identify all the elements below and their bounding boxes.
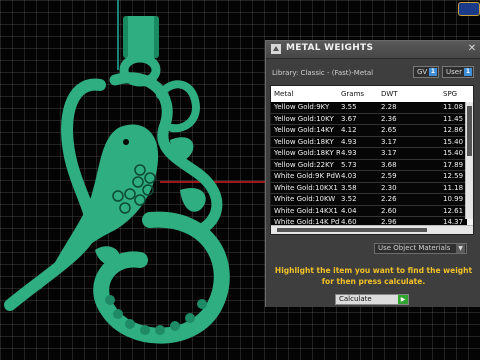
horizontal-scroll-thumb[interactable] <box>277 228 427 232</box>
panel-title: METAL WEIGHTS <box>286 43 374 53</box>
cell-grams: 4.93 <box>341 137 357 146</box>
cell-grams: 4.03 <box>341 172 357 180</box>
vertical-scroll-thumb[interactable] <box>467 106 472 156</box>
table-row[interactable]: Yellow Gold:18KY 4.93 3.17 15.40 <box>271 136 467 148</box>
cell-dwt: 3.17 <box>381 137 397 146</box>
table-row[interactable]: Yellow Gold:18KY R... 4.93 3.17 15.40 <box>271 148 467 160</box>
bail-highlight <box>128 16 154 58</box>
column-header-dwt[interactable]: DWT <box>381 90 398 98</box>
column-header-spg[interactable]: SPG <box>443 90 457 98</box>
cell-metal: Yellow Gold:9KY <box>274 103 330 111</box>
calculate-button[interactable]: Calculate ▶ <box>335 294 409 305</box>
cell-grams: 4.93 <box>341 149 357 157</box>
cell-dwt: 3.68 <box>381 160 397 169</box>
library-label: Library: Classic - (Fast)-Metal <box>272 69 374 77</box>
cell-dwt: 2.36 <box>381 114 397 123</box>
cell-dwt: 2.59 <box>381 172 397 180</box>
table-row[interactable]: White Gold:10KW 3.52 2.26 10.99 <box>271 194 467 206</box>
table-row[interactable]: Yellow Gold:9KY 3.55 2.28 11.08 <box>271 102 467 114</box>
table-row[interactable]: Yellow Gold:14KY 4.12 2.65 12.86 <box>271 125 467 137</box>
table-header: Metal Grams DWT SPG <box>271 86 473 103</box>
instruction-text: Highlight the item you want to find the … <box>274 266 473 286</box>
scale-icon <box>271 44 281 54</box>
cell-grams: 3.67 <box>341 114 357 123</box>
play-arrow-icon: ▶ <box>398 295 408 304</box>
cell-metal: Yellow Gold:10KY <box>274 114 334 123</box>
user-indicator: 1 <box>464 68 472 76</box>
chevron-down-icon: ▼ <box>456 244 465 253</box>
calculate-label: Calculate <box>339 295 372 303</box>
metal-table: Metal Grams DWT SPG Yellow Gold:9KY 3.55 2… <box>270 85 474 235</box>
cell-dwt: 2.60 <box>381 206 397 215</box>
cell-grams: 3.58 <box>341 183 357 192</box>
cell-grams: 3.55 <box>341 103 357 111</box>
user-toggle[interactable]: User 1 <box>442 66 474 78</box>
cell-dwt: 2.26 <box>381 195 397 203</box>
column-header-metal[interactable]: Metal <box>274 90 293 98</box>
gv-toggle-label: GV <box>417 68 428 76</box>
cell-metal: Yellow Gold:22KY <box>274 160 334 169</box>
vertical-scrollbar[interactable] <box>465 102 473 219</box>
material-dropdown[interactable]: Use Object Materials ▼ <box>374 243 467 254</box>
corner-logo-icon[interactable] <box>458 2 480 16</box>
cell-metal: Yellow Gold:14KY <box>274 126 334 134</box>
table-row[interactable]: White Gold:9K PdW 4.03 2.59 12.59 <box>271 171 467 183</box>
bird-eye <box>123 139 129 145</box>
cell-grams: 4.04 <box>341 206 357 215</box>
column-header-grams[interactable]: Grams <box>341 90 364 98</box>
cell-dwt: 2.30 <box>381 183 397 192</box>
material-dropdown-value: Use Object Materials <box>378 244 451 252</box>
panel-title-bar[interactable]: METAL WEIGHTS ✕ <box>266 41 480 59</box>
metal-weights-panel: METAL WEIGHTS ✕ Library: Classic - (Fast… <box>265 40 480 307</box>
cell-metal: White Gold:9K PdW <box>274 172 340 180</box>
table-body: Yellow Gold:9KY 3.55 2.28 11.08 Yellow Gold:… <box>271 102 467 229</box>
table-row[interactable]: Yellow Gold:22KY 5.73 3.68 17.89 <box>271 159 467 171</box>
horizontal-scrollbar[interactable] <box>271 225 473 234</box>
table-row[interactable]: White Gold:10KX1 3.58 2.30 11.18 <box>271 182 467 194</box>
cell-dwt: 2.65 <box>381 126 397 134</box>
gv-toggle[interactable]: GV 1 <box>413 66 439 78</box>
cell-metal: Yellow Gold:18KY <box>274 137 334 146</box>
leaf-3 <box>95 246 120 266</box>
cell-metal: White Gold:14KX1 <box>274 206 338 215</box>
cell-dwt: 2.28 <box>381 103 397 111</box>
user-toggle-label: User <box>446 68 462 76</box>
cell-grams: 3.52 <box>341 195 357 203</box>
cell-metal: White Gold:10KX1 <box>274 183 338 192</box>
table-row[interactable]: Yellow Gold:10KY 3.67 2.36 11.45 <box>271 113 467 125</box>
cell-dwt: 3.17 <box>381 149 397 157</box>
close-button[interactable]: ✕ <box>467 44 477 54</box>
cell-grams: 4.12 <box>341 126 357 134</box>
cell-metal: White Gold:10KW <box>274 195 336 203</box>
table-row[interactable]: White Gold:14KX1 4.04 2.60 12.61 <box>271 205 467 217</box>
gv-indicator: 1 <box>429 68 437 76</box>
cell-metal: Yellow Gold:18KY R... <box>274 149 340 157</box>
leaf-2 <box>180 188 206 212</box>
cell-grams: 5.73 <box>341 160 357 169</box>
